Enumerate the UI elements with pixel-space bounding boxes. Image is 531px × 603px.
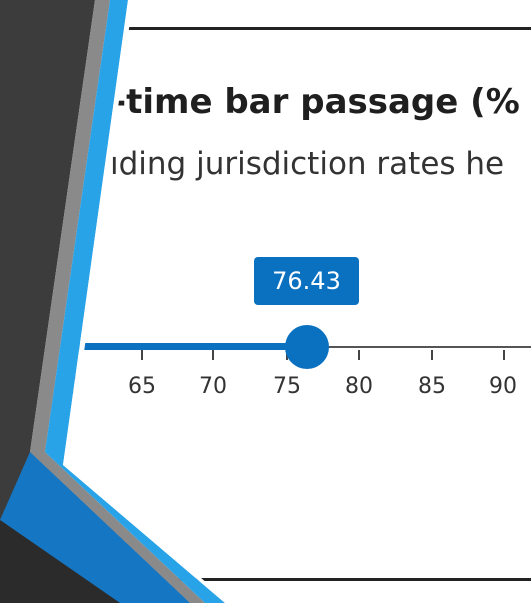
- decorative-stripes: [0, 0, 231, 603]
